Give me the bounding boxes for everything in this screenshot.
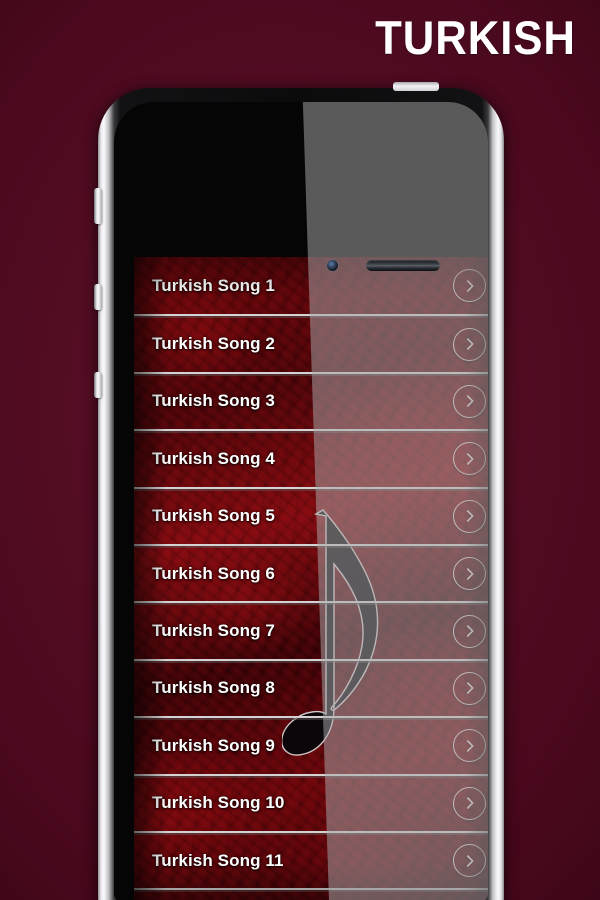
phone-mockup: Turkish Song 1 Turkish Song 2 Turkish So… bbox=[94, 82, 504, 900]
volume-up-button[interactable] bbox=[94, 284, 102, 310]
power-button[interactable] bbox=[393, 82, 439, 91]
app-screen: Turkish Song 1 Turkish Song 2 Turkish So… bbox=[134, 257, 488, 900]
front-camera-icon bbox=[327, 260, 338, 271]
earpiece-speaker-icon bbox=[366, 260, 440, 271]
phone-screen: Turkish Song 1 Turkish Song 2 Turkish So… bbox=[114, 102, 488, 900]
app-screen-edge-shading bbox=[134, 257, 488, 900]
page-title: TURKISH bbox=[375, 11, 576, 64]
screenshot-root: TURKISH Turkish Song 1 bbox=[0, 0, 600, 900]
mute-switch[interactable] bbox=[94, 188, 102, 224]
volume-down-button[interactable] bbox=[94, 372, 102, 398]
